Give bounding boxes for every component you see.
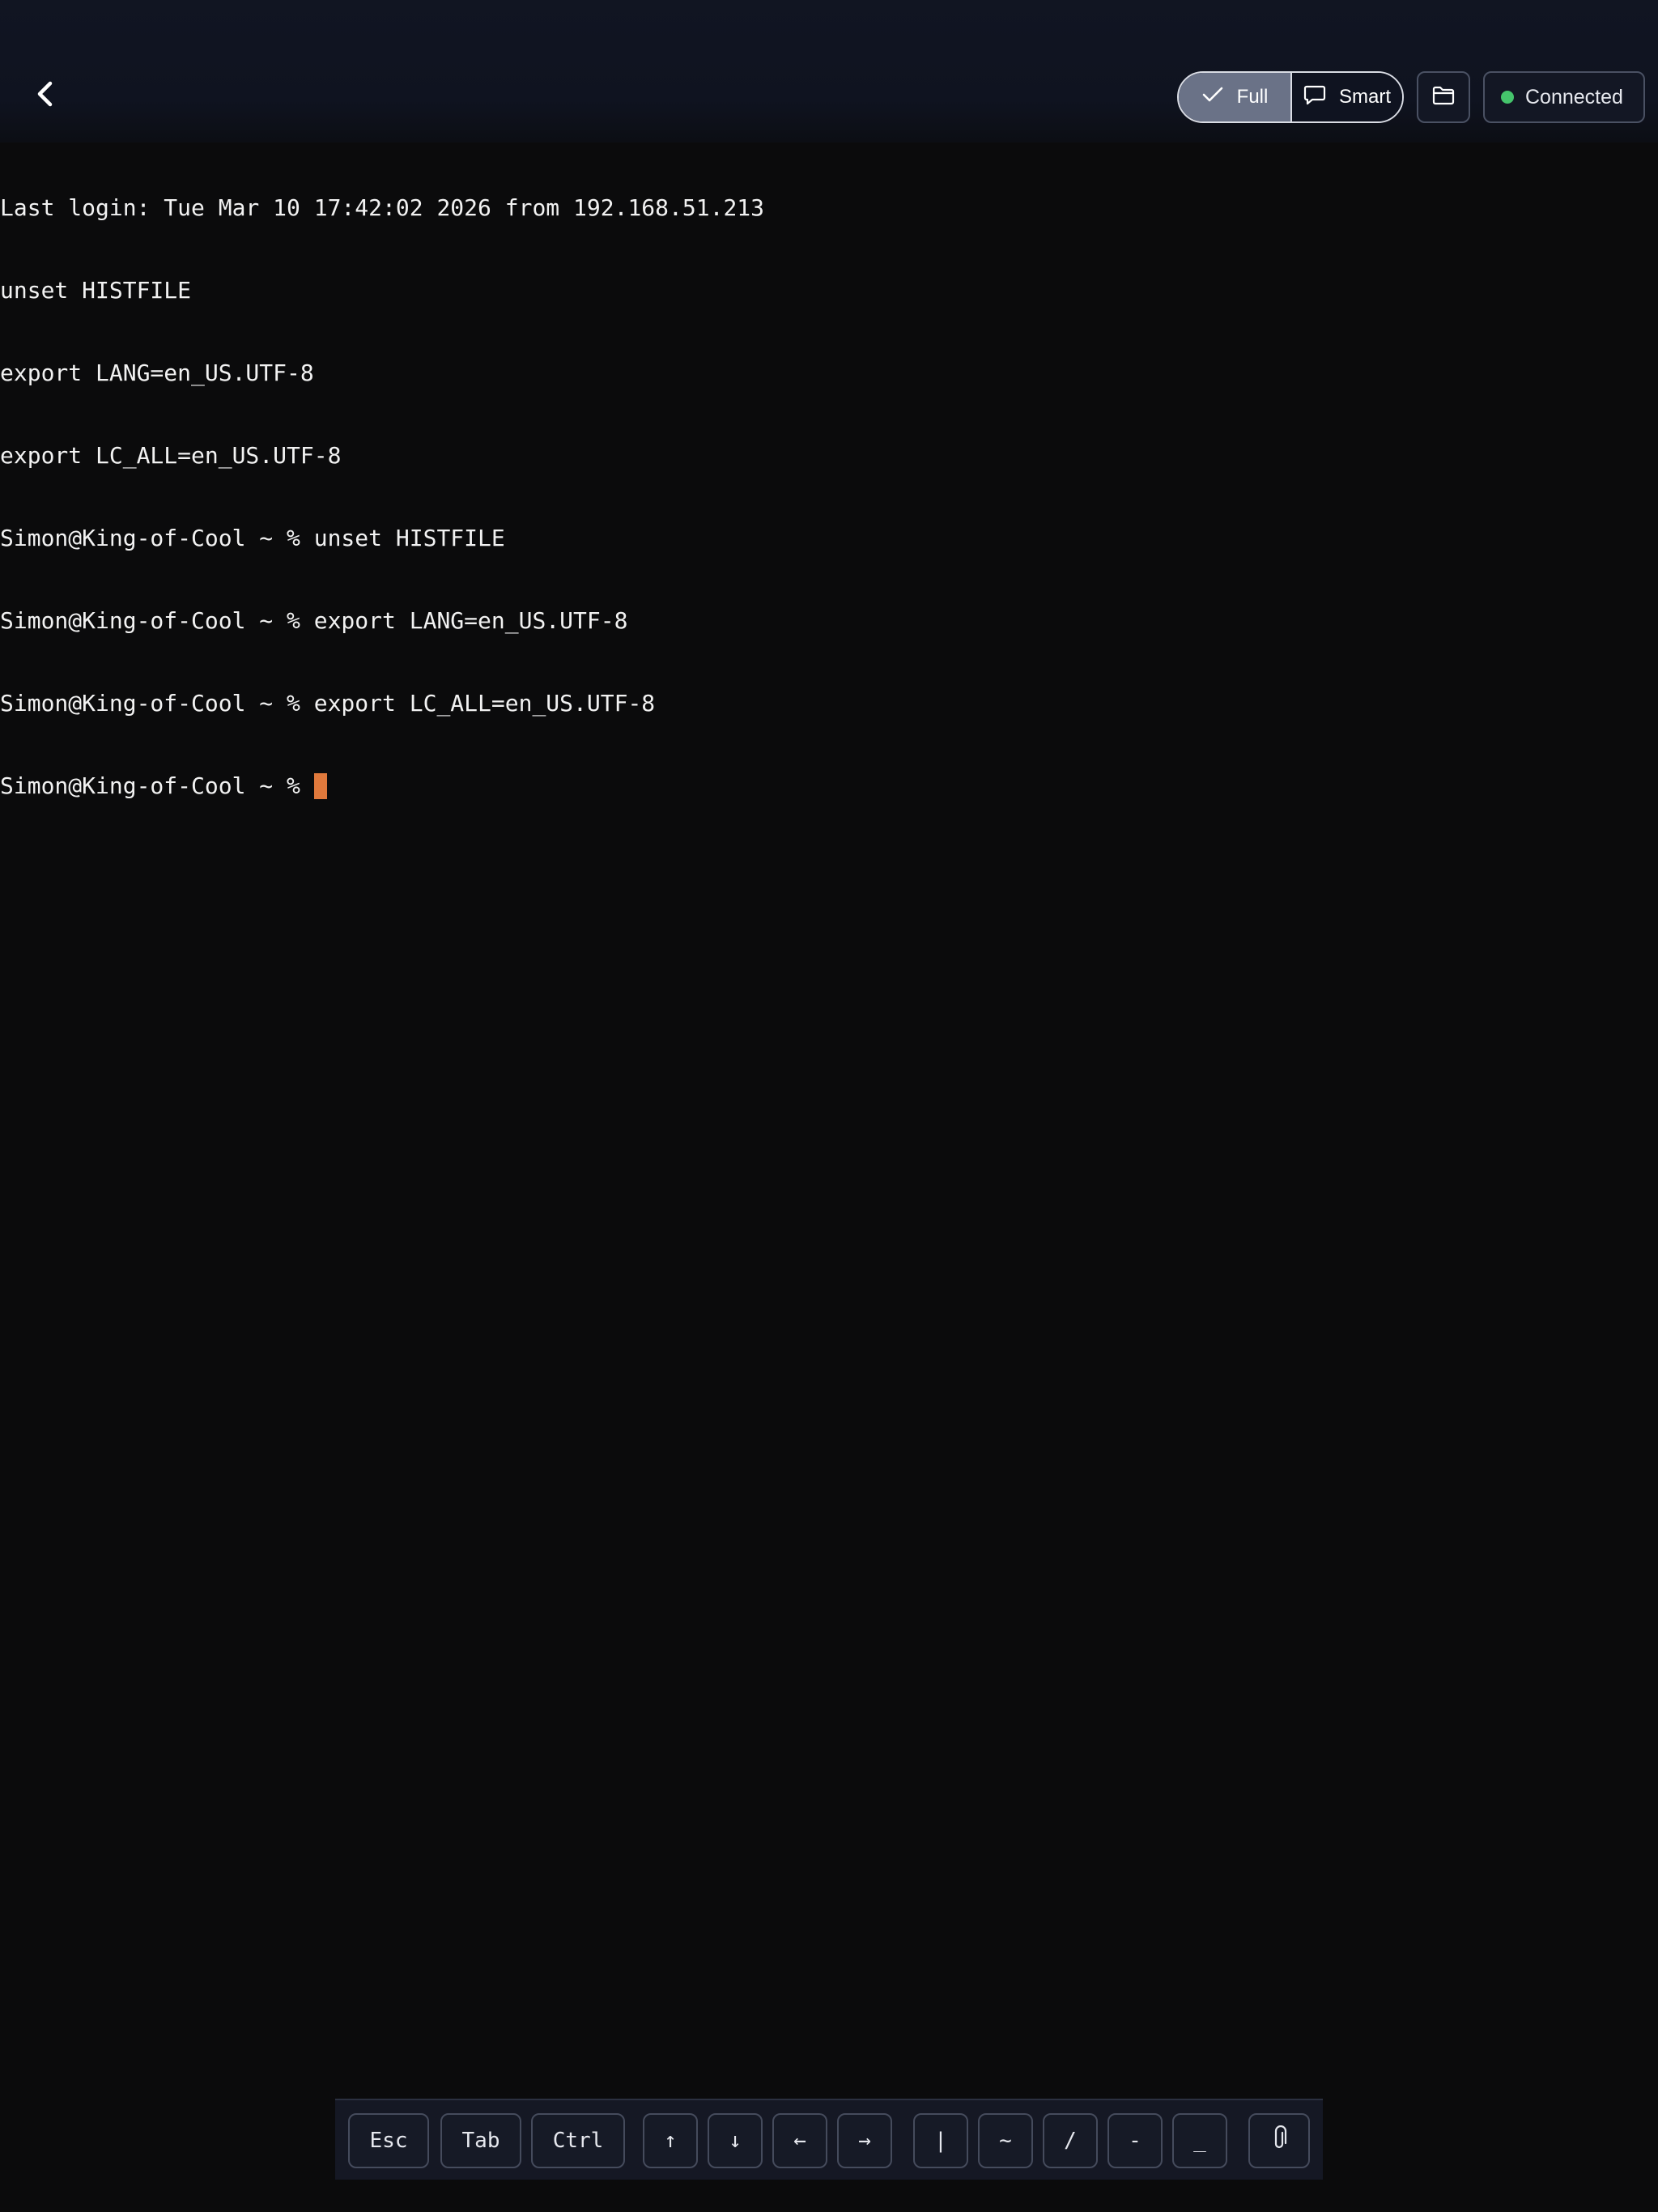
terminal-cursor xyxy=(313,773,327,799)
attach-button[interactable] xyxy=(1248,2113,1310,2168)
terminal-line: export LC_ALL=en_US.UTF-8 xyxy=(0,442,342,469)
arrow-up-key[interactable]: ↑ xyxy=(643,2113,698,2168)
esc-key[interactable]: Esc xyxy=(348,2113,429,2168)
mode-full-button[interactable]: Full xyxy=(1179,73,1292,121)
terminal-line: unset HISTFILE xyxy=(0,277,192,304)
mode-smart-button[interactable]: Smart xyxy=(1292,73,1402,121)
tilde-key[interactable]: ~ xyxy=(978,2113,1033,2168)
terminal-line: Simon@King-of-Cool ~ % unset HISTFILE xyxy=(0,525,505,551)
status-dot-icon xyxy=(1501,91,1514,104)
terminal-line: Simon@King-of-Cool ~ % export LC_ALL=en_… xyxy=(0,690,656,717)
underscore-key[interactable]: _ xyxy=(1172,2113,1227,2168)
mode-full-label: Full xyxy=(1236,86,1269,108)
dash-key[interactable]: - xyxy=(1107,2113,1163,2168)
slash-key[interactable]: / xyxy=(1043,2113,1098,2168)
status-label: Connected xyxy=(1525,85,1623,108)
chat-bubble-icon xyxy=(1303,84,1326,111)
arrow-down-key[interactable]: ↓ xyxy=(708,2113,763,2168)
terminal-prompt: Simon@King-of-Cool ~ % xyxy=(0,772,314,799)
ctrl-key[interactable]: Ctrl xyxy=(531,2113,625,2168)
chevron-left-icon xyxy=(33,80,57,112)
keyboard-accessory-bar: Esc Tab Ctrl ↑ ↓ ← → | ~ / - _ xyxy=(335,2099,1323,2180)
arrow-right-key[interactable]: → xyxy=(837,2113,892,2168)
back-button[interactable] xyxy=(24,74,66,117)
folder-button[interactable] xyxy=(1417,71,1470,123)
folder-icon xyxy=(1431,85,1456,110)
mode-smart-label: Smart xyxy=(1338,86,1391,108)
terminal-output[interactable]: Last login: Tue Mar 10 17:42:02 2026 fro… xyxy=(0,139,1658,827)
mode-toggle: Full Smart xyxy=(1177,71,1404,123)
terminal-line: Simon@King-of-Cool ~ % export LANG=en_US… xyxy=(0,607,628,634)
connection-status: Connected xyxy=(1483,71,1645,123)
check-icon xyxy=(1201,85,1224,110)
terminal-line: export LANG=en_US.UTF-8 xyxy=(0,359,314,386)
top-bar: Full Smart Connected xyxy=(0,0,1658,143)
pipe-key[interactable]: | xyxy=(913,2113,968,2168)
arrow-left-key[interactable]: ← xyxy=(772,2113,827,2168)
paperclip-icon xyxy=(1270,2125,1288,2157)
terminal-line: Last login: Tue Mar 10 17:42:02 2026 fro… xyxy=(0,194,765,221)
tab-key[interactable]: Tab xyxy=(440,2113,521,2168)
terminal-prompt-line[interactable]: Simon@King-of-Cool ~ % xyxy=(0,772,1658,800)
